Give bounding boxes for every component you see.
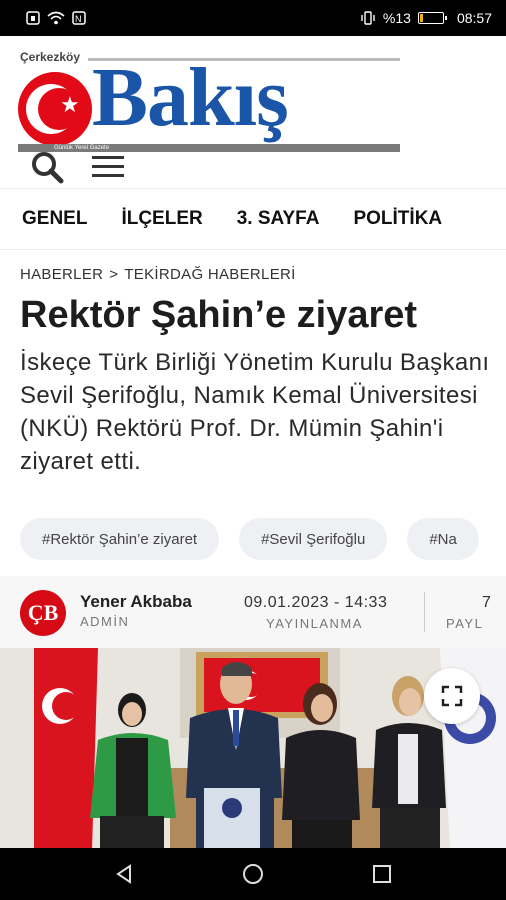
article-title: Rektör Şahin’e ziyaret xyxy=(20,294,418,336)
article-summary: İskeçe Türk Birliği Yönetim Kurulu Başka… xyxy=(20,349,490,475)
nav-item-politika[interactable]: POLİTİKA xyxy=(353,208,442,230)
author-avatar[interactable]: ÇB xyxy=(20,590,66,636)
tag-chip[interactable]: #Na xyxy=(407,518,479,560)
nav-item-genel[interactable]: GENEL xyxy=(22,208,87,230)
category-nav: GENEL İLÇELER 3. SAYFA POLİTİKA xyxy=(0,188,506,250)
expand-icon xyxy=(441,685,463,707)
nfc-icon: N xyxy=(72,11,86,25)
author-role: ADMİN xyxy=(80,614,130,629)
svg-text:N: N xyxy=(75,14,82,24)
divider xyxy=(424,592,425,632)
logo-city-text: Çerkezköy xyxy=(20,50,81,64)
back-icon[interactable] xyxy=(113,863,135,885)
publish-date: 09.01.2023 - 14:33 xyxy=(244,594,388,611)
article-photo[interactable] xyxy=(0,648,506,850)
sim-icon xyxy=(26,11,40,25)
battery-percent: %13 xyxy=(382,10,411,26)
wifi-icon xyxy=(47,11,65,25)
system-nav-bar xyxy=(0,848,506,900)
share-count: 7 xyxy=(482,594,491,611)
nav-item-ilceler[interactable]: İLÇELER xyxy=(121,208,202,230)
breadcrumb-separator: > xyxy=(109,266,119,283)
clock: 08:57 xyxy=(456,10,492,26)
site-logo[interactable]: Çerkezköy ★ Bakış Günlük Yerel Gazete xyxy=(18,48,402,152)
author-name[interactable]: Yener Akbaba xyxy=(80,592,192,612)
fullscreen-button[interactable] xyxy=(424,668,480,724)
home-icon[interactable] xyxy=(241,862,265,886)
publish-date-label: YAYINLANMA xyxy=(266,616,363,631)
recents-icon[interactable] xyxy=(371,863,393,885)
logo-brand-text: Bakış xyxy=(92,51,289,144)
breadcrumb: HABERLER > TEKİRDAĞ HABERLERİ xyxy=(20,266,296,283)
logo-star: ★ xyxy=(60,92,80,117)
share-label[interactable]: PAYL xyxy=(446,616,483,631)
status-bar: N %13 08:57 xyxy=(0,0,506,36)
battery-icon xyxy=(417,12,447,24)
tag-chip[interactable]: #Rektör Şahin’e ziyaret xyxy=(20,518,220,560)
nav-item-3-sayfa[interactable]: 3. SAYFA xyxy=(237,208,320,230)
author-bar: ÇB Yener Akbaba ADMİN 09.01.2023 - 14:33… xyxy=(0,576,506,648)
tag-chip[interactable]: #Sevil Şerifoğlu xyxy=(239,518,388,560)
breadcrumb-haberler[interactable]: HABERLER xyxy=(20,266,103,283)
search-icon[interactable] xyxy=(30,150,64,184)
menu-icon[interactable] xyxy=(92,154,124,180)
site-header: Çerkezköy ★ Bakış Günlük Yerel Gazete xyxy=(0,36,506,188)
tag-list: #Rektör Şahin’e ziyaret #Sevil Şerifoğlu… xyxy=(20,518,506,562)
breadcrumb-tekirdag[interactable]: TEKİRDAĞ HABERLERİ xyxy=(124,266,295,283)
vibrate-icon xyxy=(361,11,375,25)
